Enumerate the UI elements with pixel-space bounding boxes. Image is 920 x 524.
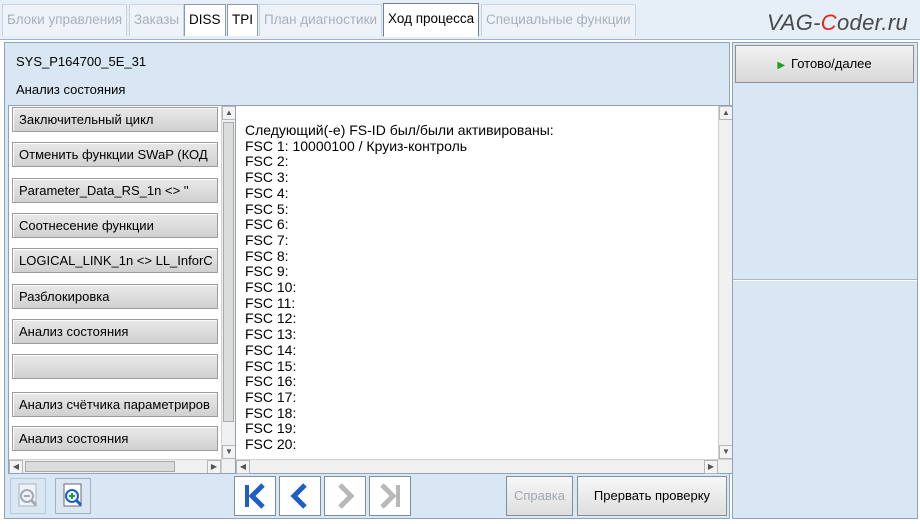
tab-bar: Блоки управления Заказы DISS TPI План ди… (0, 0, 920, 40)
procedure-subtitle: Анализ состояния (16, 82, 126, 97)
play-icon: ▶ (777, 60, 786, 71)
process-panel: SYS_P164700_5E_31 Анализ состояния Заклю… (4, 42, 733, 519)
zoom-out-icon (18, 483, 38, 507)
list-item[interactable]: LOGICAL_LINK_1n <> LL_InforC (12, 248, 218, 273)
step-list-vertical-scrollbar[interactable]: ▲ ▼ (221, 106, 235, 473)
zoom-out-button[interactable] (10, 478, 46, 514)
tab-process[interactable]: Ход процесса (383, 3, 480, 37)
scroll-thumb[interactable] (223, 122, 234, 422)
first-step-button[interactable] (234, 476, 276, 516)
scroll-left-icon[interactable]: ◀ (9, 460, 23, 473)
output-vertical-scrollbar[interactable]: ▲ ▼ (718, 106, 733, 459)
chevron-left-icon (290, 483, 307, 509)
tab-diss[interactable]: DISS (184, 4, 226, 36)
watermark-logo: VAG-Coder.ru (767, 10, 908, 35)
skip-last-icon (380, 483, 400, 509)
scroll-up-icon[interactable]: ▲ (222, 106, 235, 120)
chevron-right-icon (338, 483, 355, 509)
help-button[interactable]: Справка (506, 476, 573, 516)
action-panel: ▶ Готово/далее (732, 42, 918, 519)
list-item[interactable]: Соотнесение функции (12, 213, 218, 238)
scroll-thumb[interactable] (25, 461, 175, 472)
list-item[interactable]: Анализ состояния (12, 426, 218, 451)
list-item[interactable]: Разблокировка (12, 284, 218, 309)
output-text: Следующий(-е) FS-ID был/были активирован… (245, 122, 554, 453)
abort-test-button[interactable]: Прервать проверку (577, 476, 727, 516)
scroll-right-icon[interactable]: ▶ (207, 460, 221, 473)
output-text-area[interactable]: Следующий(-е) FS-ID был/были активирован… (235, 105, 733, 474)
panel-divider (733, 279, 917, 281)
last-step-button[interactable] (369, 476, 411, 516)
scroll-right-icon[interactable]: ▶ (704, 460, 718, 474)
tab-control-units[interactable]: Блоки управления (2, 4, 128, 36)
step-list-horizontal-scrollbar[interactable]: ◀ ▶ (9, 459, 221, 473)
list-item[interactable]: Анализ состояния (12, 319, 218, 344)
zoom-in-icon (63, 483, 83, 507)
scroll-down-icon[interactable]: ▼ (719, 445, 733, 459)
tab-tpi[interactable]: TPI (227, 4, 259, 36)
step-list: Заключительный цикл Отменить функции SWa… (8, 105, 236, 474)
done-next-button[interactable]: ▶ Готово/далее (735, 45, 914, 83)
next-step-button[interactable] (324, 476, 366, 516)
list-item[interactable]: Parameter_Data_RS_1n <> '' (12, 178, 218, 203)
list-item[interactable] (12, 354, 218, 379)
tab-special-functions[interactable]: Специальные функции (481, 4, 636, 36)
scroll-up-icon[interactable]: ▲ (719, 106, 733, 120)
skip-first-icon (245, 483, 265, 509)
output-horizontal-scrollbar[interactable]: ◀ ▶ (236, 459, 732, 474)
tab-orders[interactable]: Заказы (129, 4, 185, 36)
list-item[interactable]: Заключительный цикл (12, 107, 218, 132)
scroll-left-icon[interactable]: ◀ (236, 460, 250, 474)
zoom-in-button[interactable] (55, 478, 91, 514)
scroll-down-icon[interactable]: ▼ (222, 445, 235, 459)
procedure-code: SYS_P164700_5E_31 (16, 54, 147, 69)
tab-diagnostic-plan[interactable]: План диагностики (259, 4, 383, 36)
previous-step-button[interactable] (279, 476, 321, 516)
list-item[interactable]: Анализ счётчика параметриров (12, 392, 218, 417)
list-item[interactable]: Отменить функции SWaP (КОД (12, 142, 218, 167)
